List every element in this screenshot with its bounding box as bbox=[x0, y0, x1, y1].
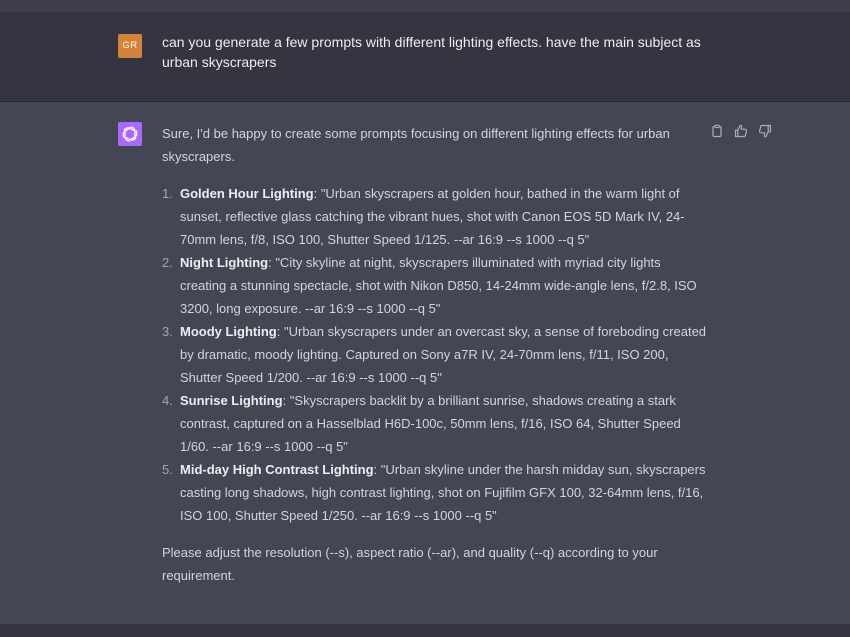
prompt-list: 1. Golden Hour Lighting: "Urban skyscrape… bbox=[162, 182, 707, 527]
list-item: 1. Golden Hour Lighting: "Urban skyscrape… bbox=[162, 182, 707, 251]
clipboard-icon bbox=[712, 124, 722, 138]
list-item-title: Moody Lighting bbox=[180, 324, 277, 339]
assistant-intro-text: Sure, I'd be happy to create some prompt… bbox=[162, 126, 670, 164]
thumbs-down-icon bbox=[758, 124, 772, 138]
user-message-text: can you generate a few prompts with diff… bbox=[162, 34, 701, 70]
list-item-title: Sunrise Lighting bbox=[180, 393, 283, 408]
list-item-title: Golden Hour Lighting bbox=[180, 186, 314, 201]
assistant-message-row: Sure, I'd be happy to create some prompt… bbox=[0, 102, 850, 624]
bottom-strip bbox=[0, 624, 850, 637]
list-item-number: 2. bbox=[162, 255, 173, 270]
thumbs-up-icon bbox=[734, 124, 748, 138]
openai-logo-icon bbox=[122, 126, 138, 142]
assistant-closing-text: Please adjust the resolution (--s), aspe… bbox=[162, 545, 658, 583]
list-item: 5. Mid-day High Contrast Lighting: "Urban… bbox=[162, 458, 707, 527]
list-item: 2. Night Lighting: "City skyline at night… bbox=[162, 251, 707, 320]
list-item-title: Mid-day High Contrast Lighting bbox=[180, 462, 374, 477]
list-item-title: Night Lighting bbox=[180, 255, 269, 270]
message-actions bbox=[710, 124, 772, 140]
list-item-number: 4. bbox=[162, 393, 173, 408]
copy-button[interactable] bbox=[710, 124, 724, 138]
list-item: 4. Sunrise Lighting: "Skyscrapers backlit… bbox=[162, 389, 707, 458]
list-item-number: 5. bbox=[162, 462, 173, 477]
user-message-row: GR can you generate a few prompts with d… bbox=[0, 12, 850, 102]
top-strip bbox=[0, 0, 850, 12]
thumbs-down-button[interactable] bbox=[758, 124, 772, 138]
assistant-message-content: Sure, I'd be happy to create some prompt… bbox=[162, 122, 707, 587]
list-item: 3. Moody Lighting: "Urban skyscrapers und… bbox=[162, 320, 707, 389]
list-item-number: 1. bbox=[162, 186, 173, 201]
user-avatar: GR bbox=[118, 34, 142, 58]
assistant-avatar bbox=[118, 122, 142, 146]
list-item-number: 3. bbox=[162, 324, 173, 339]
thumbs-up-button[interactable] bbox=[734, 124, 748, 138]
